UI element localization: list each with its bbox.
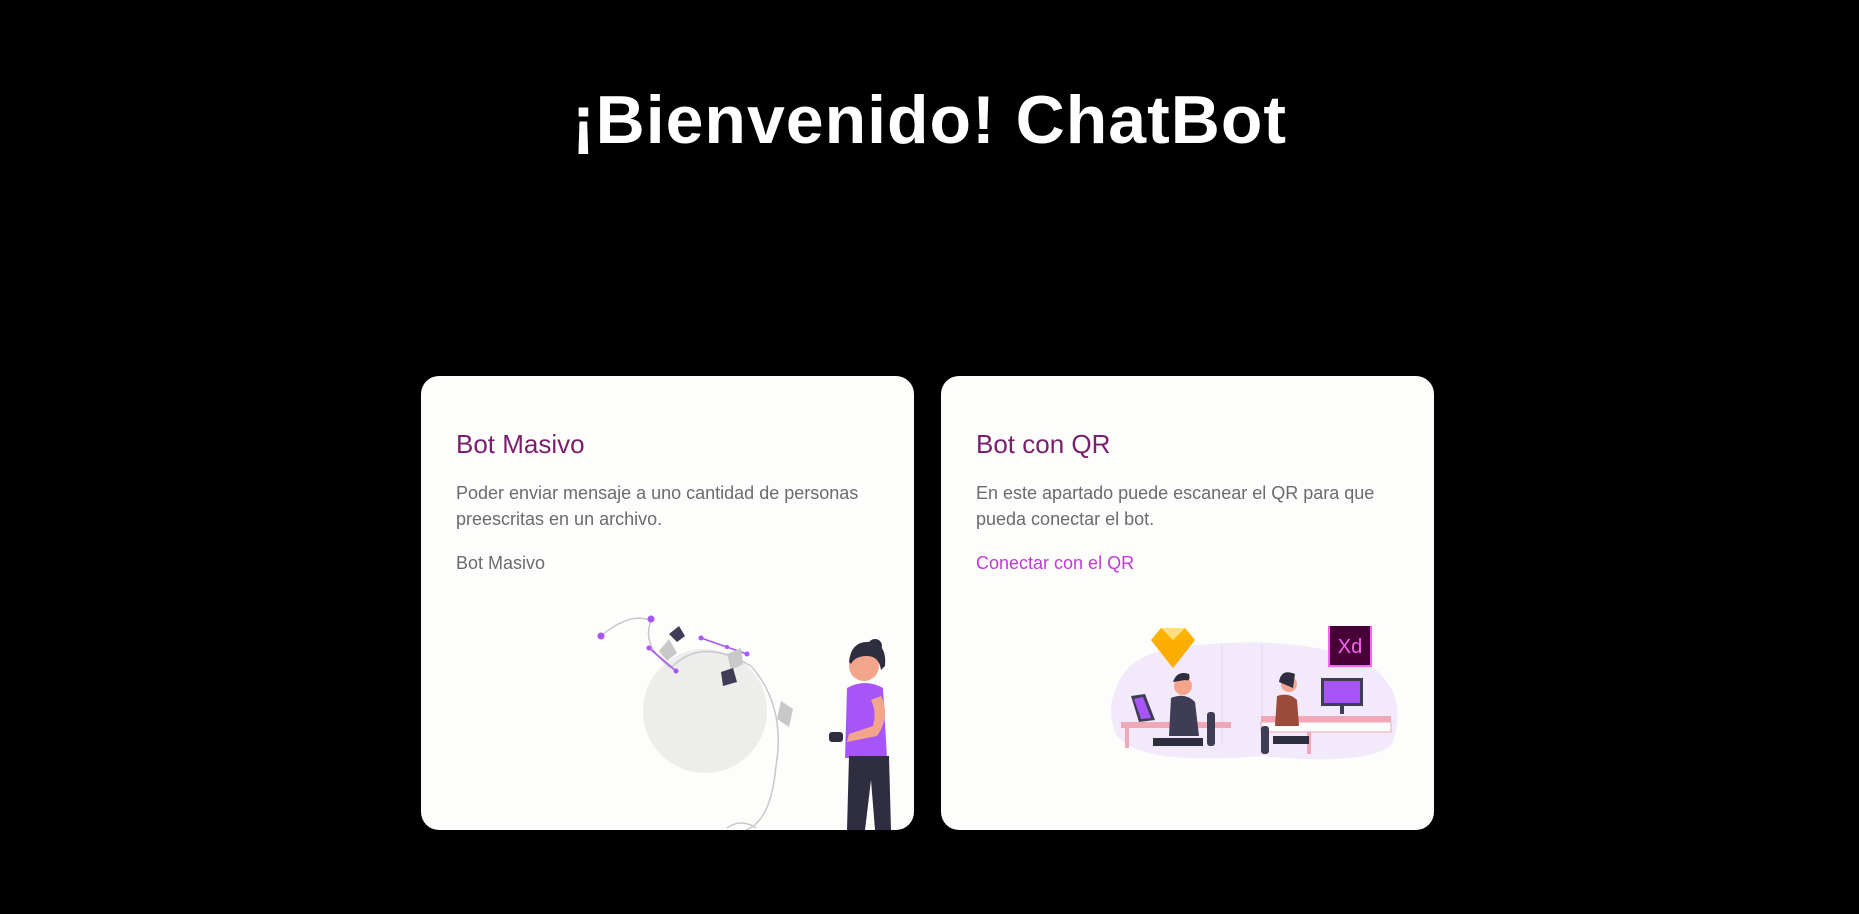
card-description: En este apartado puede escanear el QR pa… bbox=[976, 483, 1375, 529]
card-title: Bot con QR bbox=[976, 429, 1111, 459]
page: ¡Bienvenido! ChatBot Bot Masivo Poder en… bbox=[0, 0, 1859, 914]
woman-pen-tool-illustration bbox=[597, 615, 891, 830]
card-title: Bot Masivo bbox=[456, 429, 585, 459]
card-bot-masivo: Bot Masivo Poder enviar mensaje a uno ca… bbox=[421, 376, 914, 830]
connect-qr-link[interactable]: Conectar con el QR bbox=[976, 550, 1134, 576]
card-bot-con-qr: Bot con QR En este apartado puede escane… bbox=[941, 376, 1434, 830]
page-title: ¡Bienvenido! ChatBot bbox=[571, 82, 1288, 158]
designers-office-illustration: Xd bbox=[1111, 626, 1398, 760]
card-description: Poder enviar mensaje a uno cantidad de p… bbox=[456, 483, 859, 529]
bot-masivo-link[interactable]: Bot Masivo bbox=[456, 550, 545, 576]
xd-badge-text: Xd bbox=[1338, 636, 1362, 658]
